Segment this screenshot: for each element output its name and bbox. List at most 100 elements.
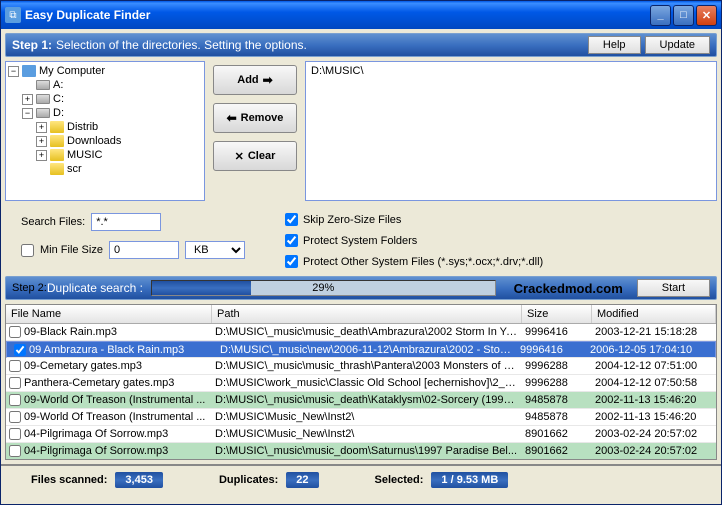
table-row[interactable]: 09-World Of Treason (Instrumental ...D:\… xyxy=(6,409,716,426)
help-button[interactable]: Help xyxy=(588,36,641,54)
progress-bar: 29% xyxy=(151,280,496,296)
minimize-button[interactable]: _ xyxy=(650,5,671,26)
cell-path: D:\MUSIC\_music\music_doom\Saturnus\1997… xyxy=(212,444,522,458)
directory-tree[interactable]: − My Computer A: + C: − D: + Distrib + Downlo… xyxy=(5,61,205,201)
cell-modified: 2004-12-12 07:50:58 xyxy=(592,376,716,390)
results-table: File Name Path Size Modified 09-Black Ra… xyxy=(5,304,717,460)
tree-drive-c[interactable]: C: xyxy=(53,93,64,105)
col-modified[interactable]: Modified xyxy=(592,305,716,323)
cell-filename: 04-Pilgrimaga Of Sorrow.mp3 xyxy=(24,428,168,440)
table-header: File Name Path Size Modified xyxy=(6,305,716,324)
tree-folder[interactable]: Distrib xyxy=(67,121,98,133)
window-title: Easy Duplicate Finder xyxy=(25,8,648,22)
row-checkbox[interactable] xyxy=(9,445,21,457)
selected-value: 1 / 9.53 MB xyxy=(431,472,508,488)
tree-drive-a[interactable]: A: xyxy=(53,79,63,91)
cell-path: D:\MUSIC\Music_New\Inst2\ xyxy=(212,427,522,441)
update-button[interactable]: Update xyxy=(645,36,710,54)
row-checkbox[interactable] xyxy=(9,377,21,389)
tree-folder[interactable]: MUSIC xyxy=(67,149,102,161)
app-icon: ⧉ xyxy=(5,7,21,23)
tree-folder[interactable]: Downloads xyxy=(67,135,121,147)
cell-filename: 09-Cemetary gates.mp3 xyxy=(24,360,142,372)
step1-bar: Step 1: Selection of the directories. Se… xyxy=(5,33,717,57)
min-file-size-checkbox[interactable] xyxy=(21,244,34,257)
cell-size: 9485878 xyxy=(522,410,592,424)
row-checkbox[interactable] xyxy=(9,360,21,372)
step2-text: Duplicate search : xyxy=(47,281,143,295)
col-filename[interactable]: File Name xyxy=(6,305,212,323)
table-row[interactable]: 04-Pilgrimaga Of Sorrow.mp3D:\MUSIC\_mus… xyxy=(6,443,716,459)
protect-system-checkbox[interactable] xyxy=(285,234,298,247)
start-button[interactable]: Start xyxy=(637,279,710,297)
tree-toggle[interactable]: + xyxy=(36,150,47,161)
size-unit-select[interactable]: KB xyxy=(185,241,245,259)
drive-icon xyxy=(36,94,50,104)
close-button[interactable]: ✕ xyxy=(696,5,717,26)
row-checkbox[interactable] xyxy=(9,428,21,440)
remove-button[interactable]: ⬅Remove xyxy=(213,103,297,133)
selected-paths[interactable]: D:\MUSIC\ xyxy=(305,61,717,201)
watermark-text: Crackedmod.com xyxy=(514,281,623,296)
folder-icon xyxy=(50,121,64,133)
progress-text: 29% xyxy=(152,281,495,295)
row-checkbox[interactable] xyxy=(9,394,21,406)
cell-path: D:\MUSIC\_music\music_death\Kataklysm\02… xyxy=(212,393,522,407)
tree-toggle[interactable]: + xyxy=(36,136,47,147)
protect-other-checkbox[interactable] xyxy=(285,255,298,268)
row-checkbox[interactable] xyxy=(14,344,26,356)
tree-toggle[interactable]: − xyxy=(8,66,19,77)
row-checkbox[interactable] xyxy=(9,411,21,423)
cell-modified: 2002-11-13 15:46:20 xyxy=(592,410,716,424)
cell-size: 9996416 xyxy=(522,325,592,339)
tree-drive-d[interactable]: D: xyxy=(53,107,64,119)
duplicates-label: Duplicates: xyxy=(219,474,278,486)
cell-size: 8901662 xyxy=(522,427,592,441)
col-size[interactable]: Size xyxy=(522,305,592,323)
status-bar: Files scanned: 3,453 Duplicates: 22 Sele… xyxy=(1,464,721,494)
cell-path: D:\MUSIC\work_music\Classic Old School [… xyxy=(212,376,522,390)
add-button[interactable]: Add➡ xyxy=(213,65,297,95)
cell-filename: 09-World Of Treason (Instrumental ... xyxy=(24,411,205,423)
table-row[interactable]: 09-Black Rain.mp3 D:\MUSIC\_music\music_d… xyxy=(6,324,716,341)
arrow-left-icon: ⬅ xyxy=(227,111,237,125)
tree-toggle[interactable]: + xyxy=(36,122,47,133)
tree-toggle[interactable]: − xyxy=(22,108,33,119)
table-row[interactable]: Panthera-Cemetary gates.mp3D:\MUSIC\work… xyxy=(6,375,716,392)
cell-size: 8901662 xyxy=(522,444,592,458)
maximize-button[interactable]: □ xyxy=(673,5,694,26)
col-path[interactable]: Path xyxy=(212,305,522,323)
folder-icon xyxy=(50,135,64,147)
cell-modified: 2003-12-21 15:18:28 xyxy=(592,325,716,339)
cell-modified: 2002-11-13 15:46:20 xyxy=(592,393,716,407)
tree-folder[interactable]: scr xyxy=(67,163,82,175)
cell-path: D:\MUSIC\_music\music_thrash\Pantera\200… xyxy=(212,359,522,373)
cell-filename: 09-Black Rain.mp3 xyxy=(24,326,117,338)
step1-text: Selection of the directories. Setting th… xyxy=(56,38,584,52)
duplicates-value: 22 xyxy=(286,472,318,488)
search-files-input[interactable] xyxy=(91,213,161,231)
min-file-size-input[interactable] xyxy=(109,241,179,259)
table-row[interactable]: 09-World Of Treason (Instrumental ... D:\… xyxy=(6,392,716,409)
path-entry[interactable]: D:\MUSIC\ xyxy=(311,65,364,77)
arrow-right-icon: ➡ xyxy=(263,73,273,87)
table-row[interactable]: 04-Pilgrimaga Of Sorrow.mp3 D:\MUSIC\Musi… xyxy=(6,426,716,443)
tree-toggle[interactable]: + xyxy=(22,94,33,105)
row-checkbox[interactable] xyxy=(9,326,21,338)
skip-zero-checkbox[interactable] xyxy=(285,213,298,226)
min-file-size-label: Min File Size xyxy=(40,244,103,256)
cell-path: D:\MUSIC\_music\music_death\Ambrazura\20… xyxy=(212,325,522,339)
tree-root[interactable]: My Computer xyxy=(39,65,105,77)
table-row[interactable]: 09 Ambrazura - Black Rain.mp3D:\MUSIC\_m… xyxy=(6,341,716,358)
drive-icon xyxy=(36,80,50,90)
clear-button[interactable]: ✕Clear xyxy=(213,141,297,171)
folder-icon xyxy=(50,149,64,161)
step2-bar: Step 2: Duplicate search : 29% Crackedmo… xyxy=(5,276,717,300)
cell-size: 9485878 xyxy=(522,393,592,407)
cell-filename: 09 Ambrazura - Black Rain.mp3 xyxy=(29,344,184,356)
cell-filename: 09-World Of Treason (Instrumental ... xyxy=(24,394,205,406)
computer-icon xyxy=(22,65,36,77)
drive-icon xyxy=(36,108,50,118)
table-row[interactable]: 09-Cemetary gates.mp3 D:\MUSIC\_music\mus… xyxy=(6,358,716,375)
cell-size: 9996416 xyxy=(517,343,587,357)
